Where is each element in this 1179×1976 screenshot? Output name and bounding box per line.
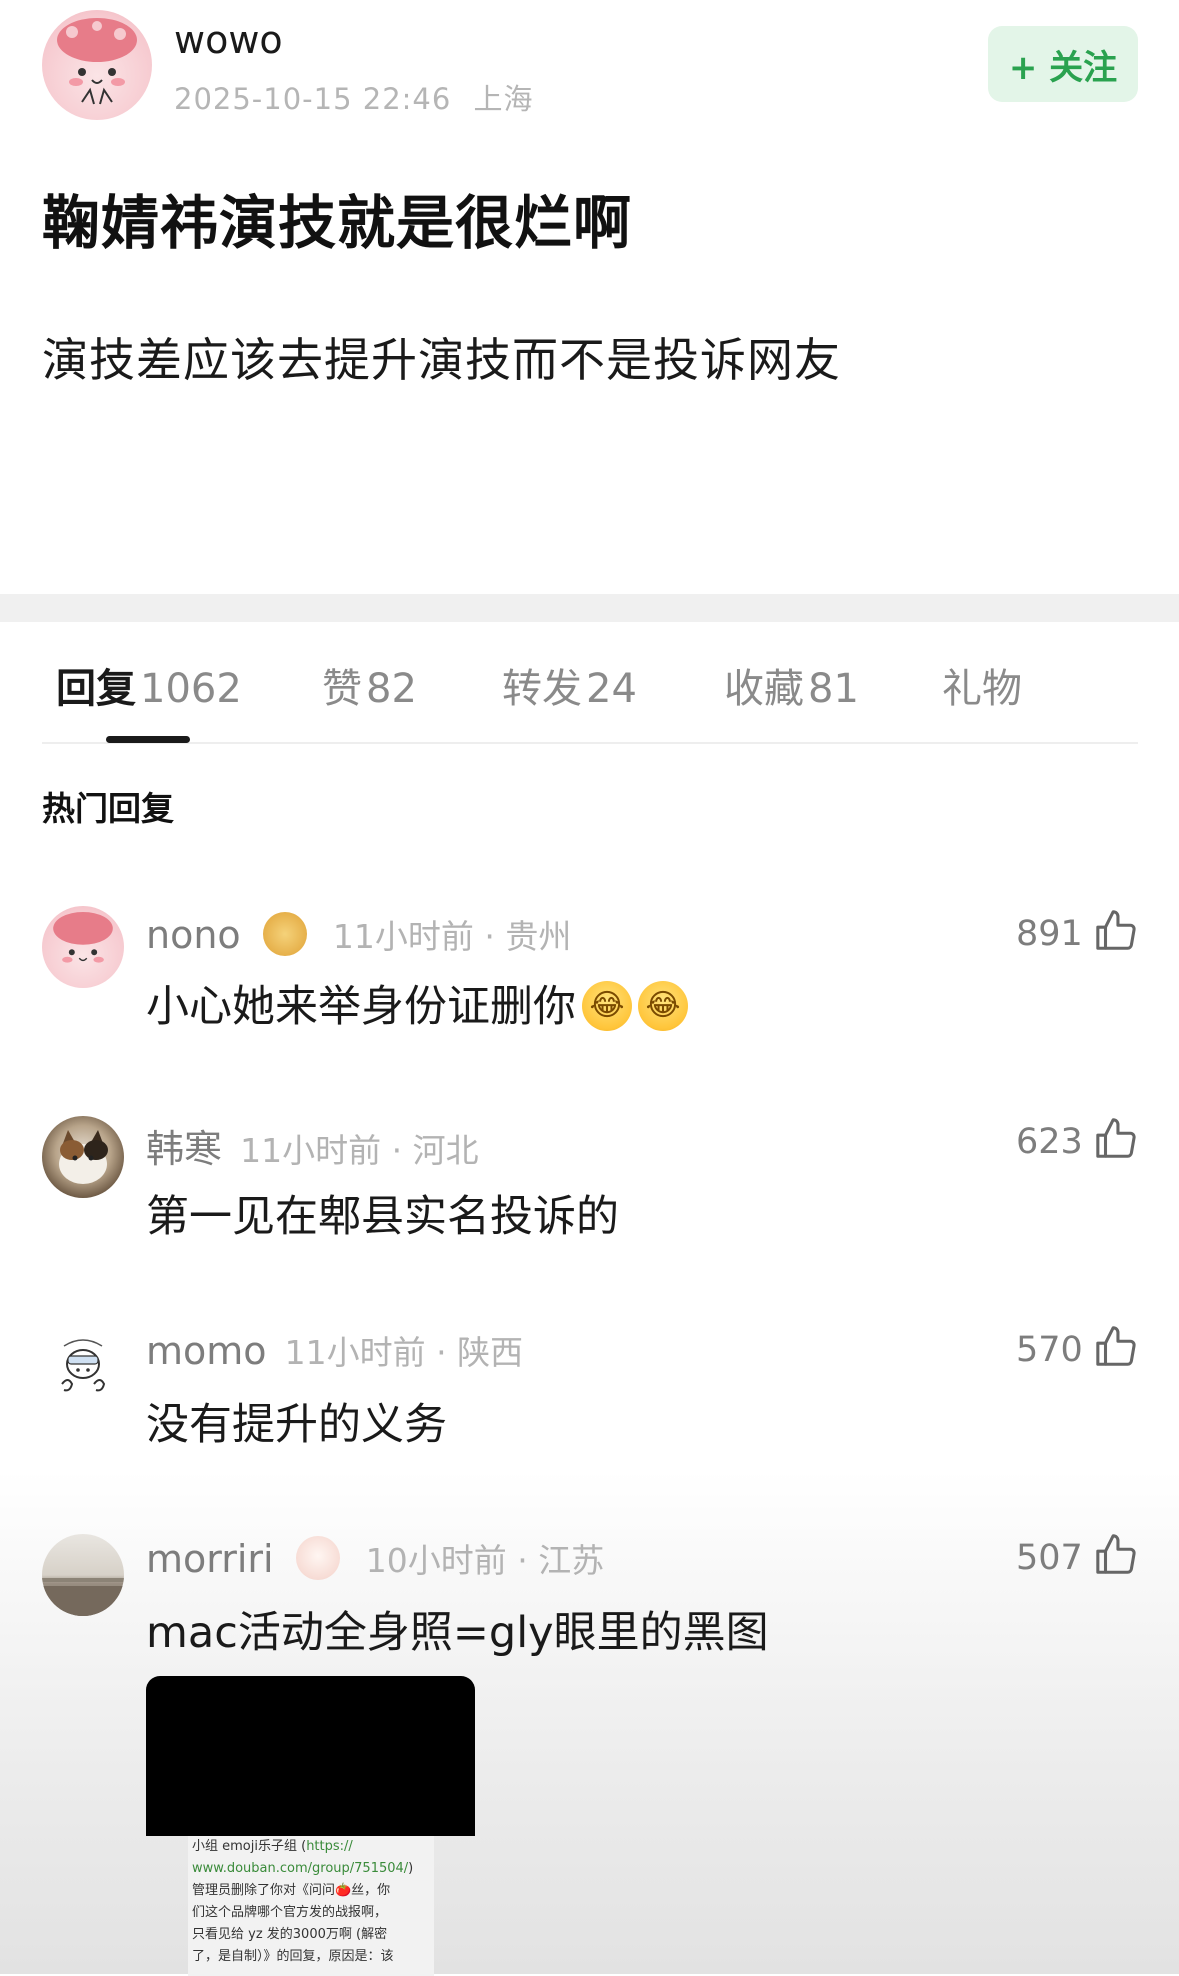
thumbs-up-icon[interactable] — [1094, 1116, 1140, 1162]
section-divider — [0, 594, 1179, 622]
tabs-divider — [42, 742, 1138, 744]
comment-text: 没有提升的义务 — [146, 1400, 447, 1450]
tab-gifts-label: 礼物 — [942, 666, 1022, 712]
comment-like-count: 891 — [1016, 914, 1083, 954]
thumbs-up-icon[interactable] — [1094, 1324, 1140, 1370]
comment-attached-image[interactable] — [146, 1676, 475, 1836]
follow-button[interactable]: + 关注 — [988, 26, 1138, 102]
comment-avatar[interactable] — [42, 1324, 124, 1406]
doodle-character-avatar-icon — [61, 1339, 106, 1392]
comment-like-count: 570 — [1016, 1330, 1083, 1370]
post-content: 演技差应该去提升演技而不是投诉网友 — [42, 333, 841, 387]
author-avatar[interactable] — [42, 10, 152, 120]
rabbit-badge-icon — [295, 1535, 340, 1580]
tab-likes[interactable]: 赞 82 — [322, 656, 417, 714]
screenshot-line: 小组 emoji乐子组 (https:// — [192, 1836, 430, 1858]
tab-replies-label: 回复 — [56, 666, 136, 712]
pink-character-avatar-icon — [53, 911, 113, 963]
tab-collects[interactable]: 收藏 81 — [724, 656, 859, 714]
tab-reposts-count: 24 — [586, 666, 637, 712]
comment-header: morriri 10小时前 · 江苏 — [146, 1534, 604, 1584]
comment-avatar[interactable] — [42, 1116, 124, 1198]
comment-username[interactable]: morriri — [146, 1537, 274, 1581]
thumbs-up-icon[interactable] — [1094, 908, 1140, 954]
comment-header: 韩寒 11小时前 · 河北 — [146, 1118, 479, 1173]
screenshot-line: 管理员删除了你对《问问🍅丝，你 — [192, 1883, 391, 1898]
tab-replies-count: 1062 — [140, 666, 242, 712]
laugh-cry-emoji-icon: 😂 — [638, 980, 688, 1031]
active-tab-indicator — [106, 736, 190, 743]
comment-header: momo 11小时前 · 陕西 — [146, 1326, 523, 1374]
author-name[interactable]: wowo — [174, 18, 283, 62]
comment-text: 第一见在郫县实名投诉的 — [146, 1192, 619, 1242]
comment-text: 小心她来举身份证删你 — [146, 982, 576, 1032]
tab-likes-count: 82 — [366, 666, 417, 712]
pink-character-avatar-icon — [57, 18, 137, 105]
comment-username[interactable]: nono — [146, 913, 241, 957]
comment-meta: 11小时前 · 陕西 — [284, 1333, 524, 1372]
tab-replies[interactable]: 回复 1062 — [56, 656, 242, 714]
screenshot-line: 只看见给 yz 发的3000万啊 (解密 — [192, 1927, 388, 1942]
lantern-badge-icon — [262, 911, 307, 956]
post-location: 上海 — [473, 82, 534, 116]
screenshot-line: www.douban.com/group/751504/) — [192, 1858, 430, 1880]
comment-username[interactable]: 韩寒 — [146, 1127, 222, 1171]
thumbs-up-icon[interactable] — [1094, 1532, 1140, 1578]
comment-text-row: 小心她来举身份证删你 😂 😂 — [146, 972, 688, 1035]
comment-meta: 11小时前 · 贵州 — [332, 917, 572, 956]
tab-collects-count: 81 — [808, 666, 859, 712]
tab-likes-label: 赞 — [322, 666, 362, 712]
comment-text: mac活动全身照=gly眼里的黑图 — [146, 1608, 769, 1658]
beach-photo-avatar-icon — [42, 1578, 124, 1616]
comment-attached-screenshot[interactable]: 小组 emoji乐子组 (https:// www.douban.com/gro… — [188, 1836, 434, 1976]
comment-like-count: 507 — [1016, 1538, 1083, 1578]
post-timestamp: 2025-10-15 22:46 上海 — [174, 76, 534, 118]
comment-meta: 10小时前 · 江苏 — [365, 1541, 605, 1580]
comment-avatar[interactable] — [42, 906, 124, 988]
comment-header: nono 11小时前 · 贵州 — [146, 910, 571, 960]
comment-meta: 11小时前 · 河北 — [240, 1131, 479, 1170]
post-title: 鞠婧祎演技就是很烂啊 — [42, 189, 633, 257]
hot-replies-title: 热门回复 — [42, 789, 174, 828]
comment-username[interactable]: momo — [146, 1329, 267, 1373]
screenshot-line: 们这个品牌哪个官方发的战报啊， — [192, 1905, 388, 1920]
screenshot-text: ) — [408, 1861, 414, 1876]
comment-like-count: 623 — [1016, 1122, 1083, 1162]
post-time: 2025-10-15 22:46 — [174, 82, 452, 116]
screenshot-link: www.douban.com/group/751504/ — [192, 1861, 409, 1876]
laugh-cry-emoji-icon: 😂 — [582, 980, 632, 1031]
comment-avatar[interactable] — [42, 1534, 124, 1616]
screenshot-text: 小组 emoji乐子组 ( — [192, 1839, 307, 1854]
screenshot-line: 了，是自制）》的回复，原因是：该 — [192, 1949, 394, 1964]
screenshot-link: https:// — [306, 1839, 353, 1854]
tab-gifts[interactable]: 礼物 — [942, 656, 1022, 714]
tab-reposts[interactable]: 转发 24 — [502, 656, 637, 714]
cat-photo-avatar-icon — [59, 1130, 108, 1184]
tab-reposts-label: 转发 — [502, 666, 582, 712]
tab-collects-label: 收藏 — [724, 666, 804, 712]
